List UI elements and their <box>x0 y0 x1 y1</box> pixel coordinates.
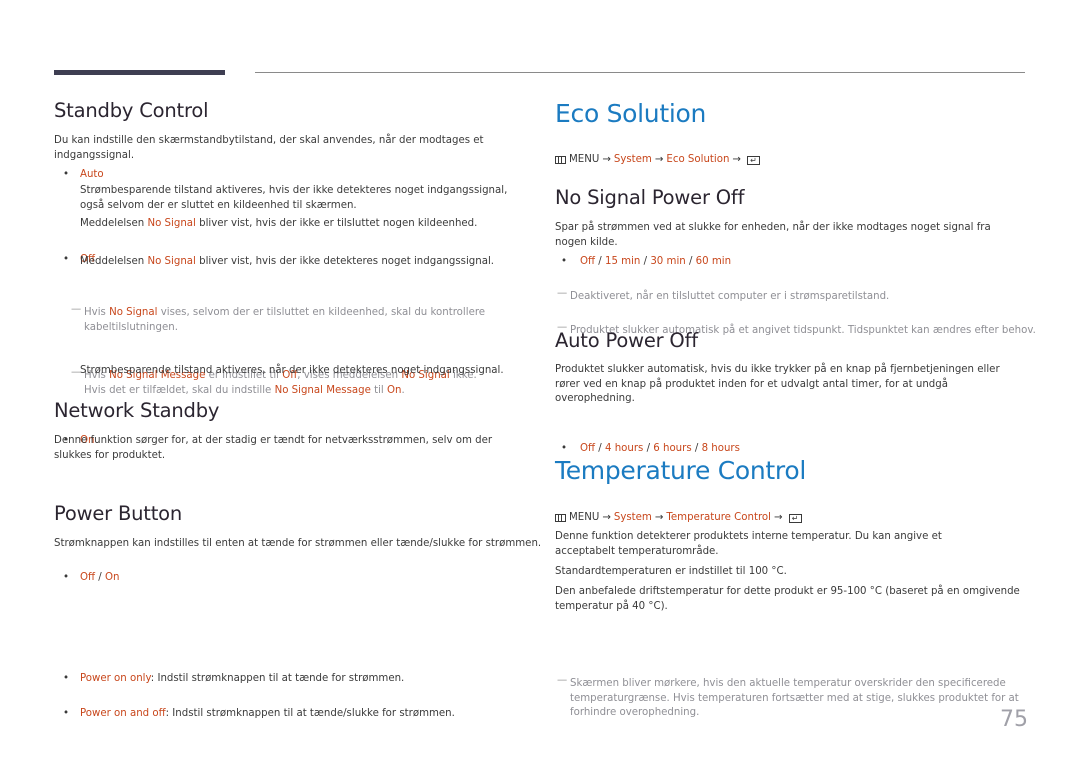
power-button-intro: Strømknappen kan indstilles til enten at… <box>54 538 542 549</box>
note-deactivated: — Deaktiveret, når en tilsluttet compute… <box>555 287 1040 305</box>
section-title-power-button: Power Button <box>54 502 183 525</box>
enter-icon: ↵ <box>788 513 802 523</box>
option-off: Off <box>80 571 96 583</box>
bullet-icon: • <box>561 442 568 454</box>
text: . <box>401 384 405 396</box>
power-on-and-off-label: Power on and off <box>80 707 166 719</box>
menu-path-eco-solution: MENU → System → Eco Solution → ↵ <box>555 153 760 167</box>
text: til <box>370 384 387 396</box>
power-on-only-label: Power on only <box>80 673 151 684</box>
bullet-icon: • <box>63 707 70 719</box>
text: Hvis <box>84 307 110 318</box>
temperature-control-p2: Standardtemperaturen er indstillet til 1… <box>555 566 787 577</box>
separator: / <box>95 571 105 583</box>
option-off: Off <box>580 442 596 454</box>
arrow-right-icon: → <box>774 512 783 523</box>
option-on: On <box>104 571 120 583</box>
no-signal-term: No Signal <box>109 307 158 318</box>
auto-power-off-intro: Produktet slukker automatisk, hvis du ik… <box>555 364 1000 404</box>
text: : Indstil strømknappen til at tænde for … <box>150 673 405 684</box>
text: bliver vist, hvis der ikke er tilsluttet… <box>195 218 478 229</box>
note-dash-icon: — <box>71 304 82 315</box>
right-column: Eco Solution MENU → System → Eco Solutio… <box>555 0 1036 718</box>
no-signal-power-off-intro: Spar på strømmen ved at slukke for enhed… <box>555 222 991 248</box>
text: Meddelelsen <box>80 256 148 267</box>
power-on-and-off-item: • Power on and off: Indstil strømknappen… <box>54 707 525 722</box>
menu-icon <box>555 156 566 164</box>
bullet-icon: • <box>63 673 70 684</box>
section-title-standby-control: Standby Control <box>54 99 209 122</box>
temperature-control-p3: Den anbefalede driftstemperatur for dett… <box>555 586 1020 612</box>
menu-step-system: System <box>613 512 652 523</box>
no-signal-term: No Signal <box>147 218 196 229</box>
page-number: 75 <box>1000 707 1028 732</box>
menu-icon <box>555 514 566 522</box>
left-column: Standby Control Du kan indstille den skæ… <box>54 0 541 719</box>
on-term: On <box>387 384 402 396</box>
text: : Indstil strømknappen til at tænde/sluk… <box>165 707 455 719</box>
separator: / <box>595 442 605 454</box>
bullet-icon: • <box>561 256 568 267</box>
power-on-only-item: • Power on only: Indstil strømknappen ti… <box>54 672 525 687</box>
chapter-title-temperature-control: Temperature Control <box>555 456 806 485</box>
text: Skærmen bliver mørkere, hvis den aktuell… <box>570 678 1019 718</box>
temperature-control-p1: Denne funktion detekterer produktets int… <box>555 531 942 557</box>
standby-control-intro: Du kan indstille den skærmstandbytilstan… <box>54 135 484 161</box>
bullet-icon: • <box>63 571 70 583</box>
auto-power-off-options: • Off / 4 hours / 6 hours / 8 hours <box>555 442 1025 457</box>
no-signal-term: No Signal <box>147 256 196 267</box>
no-signal-message-term: No Signal Message <box>274 384 371 396</box>
text: Meddelelsen <box>80 218 148 229</box>
option-auto-desc2: Meddelelsen No Signal bliver vist, hvis … <box>54 217 525 232</box>
section-title-auto-power-off: Auto Power Off <box>555 329 698 352</box>
menu-step-system: System <box>613 154 652 165</box>
no-signal-power-off-options: • Off / 15 min / 30 min / 60 min <box>555 255 1025 270</box>
separator: / <box>685 256 696 267</box>
option-15-min: 15 min <box>604 256 641 267</box>
menu-step-temperature-control: Temperature Control <box>666 512 771 523</box>
separator: / <box>643 442 654 454</box>
option-30-min: 30 min <box>650 256 686 267</box>
network-standby-options: • Off / On <box>54 571 525 586</box>
arrow-right-icon: → <box>602 512 611 523</box>
menu-label: MENU <box>569 154 600 165</box>
option-auto: • Auto <box>54 168 525 183</box>
section-title-no-signal-power-off: No Signal Power Off <box>555 186 745 209</box>
text: bliver vist, hvis der ikke detekteres no… <box>195 256 495 267</box>
option-off-desc: Meddelelsen No Signal bliver vist, hvis … <box>54 255 525 270</box>
option-60-min: 60 min <box>695 256 732 267</box>
text: Hvis det er tilfældet, skal du indstille <box>84 384 275 396</box>
option-auto-desc1: Strømbesparende tilstand aktiveres, hvis… <box>80 185 508 211</box>
arrow-right-icon: → <box>654 512 664 523</box>
arrow-right-icon: → <box>654 154 664 165</box>
separator: / <box>640 256 651 267</box>
arrow-right-icon: → <box>732 154 741 165</box>
note-cable-check: — Hvis No Signal vises, selvom der er ti… <box>54 304 504 335</box>
network-standby-intro: Denne funktion sørger for, at der stadig… <box>54 435 493 461</box>
option-6-hours: 6 hours <box>653 442 692 454</box>
separator: / <box>691 442 702 454</box>
option-auto-label: Auto <box>80 169 104 180</box>
note-overheating: — Skærmen bliver mørkere, hvis den aktue… <box>555 675 1020 721</box>
enter-icon: ↵ <box>746 155 760 165</box>
separator: / <box>595 256 605 267</box>
option-off: Off <box>580 256 596 267</box>
option-8-hours: 8 hours <box>701 442 740 454</box>
arrow-right-icon: → <box>602 154 611 165</box>
bullet-icon: • <box>63 169 70 180</box>
section-title-network-standby: Network Standby <box>54 399 220 422</box>
chapter-title-eco-solution: Eco Solution <box>555 99 707 128</box>
menu-label: MENU <box>569 512 600 523</box>
note-dash-icon: — <box>557 675 568 686</box>
option-4-hours: 4 hours <box>604 442 644 454</box>
menu-path-temperature-control: MENU → System → Temperature Control → ↵ <box>555 511 802 525</box>
menu-step-eco-solution: Eco Solution <box>666 154 730 165</box>
note-dash-icon: — <box>557 287 568 299</box>
text: Deaktiveret, når en tilsluttet computer … <box>570 290 890 302</box>
option-on-desc: Strømbesparende tilstand aktiveres, når … <box>80 365 504 376</box>
